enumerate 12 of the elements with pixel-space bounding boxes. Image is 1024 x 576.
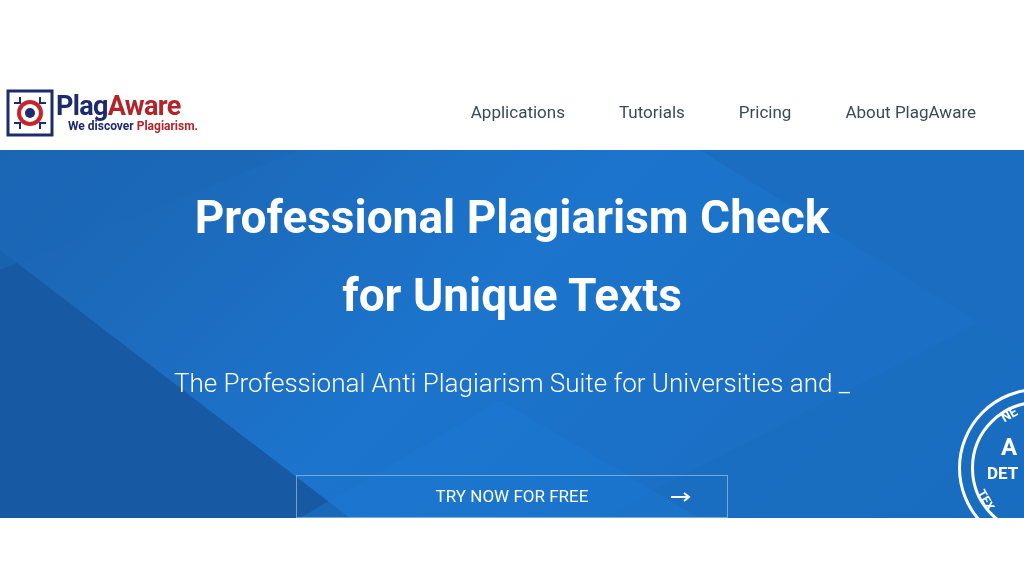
nav-link[interactable]: Applications — [470, 99, 565, 126]
nav-link[interactable]: About PlagAware — [845, 99, 976, 126]
logo-text: PlagAware We discover Plagiarism. — [56, 93, 199, 132]
hero-subtitle: The Professional Anti Plagiarism Suite for Universities and _ — [173, 367, 851, 400]
nav-link[interactable]: Pricing — [738, 99, 792, 126]
try-free-button[interactable]: TRY NOW FOR FREE — [296, 475, 728, 518]
seal-text: A — [1001, 432, 1018, 463]
arrow-right-icon — [671, 491, 691, 502]
seal-text: DET — [987, 462, 1019, 485]
logo-icon — [6, 88, 54, 137]
nav-link[interactable]: Tutorials — [618, 99, 685, 126]
hero-title: Professional Plagiarism Check for Unique Texts — [194, 189, 830, 324]
